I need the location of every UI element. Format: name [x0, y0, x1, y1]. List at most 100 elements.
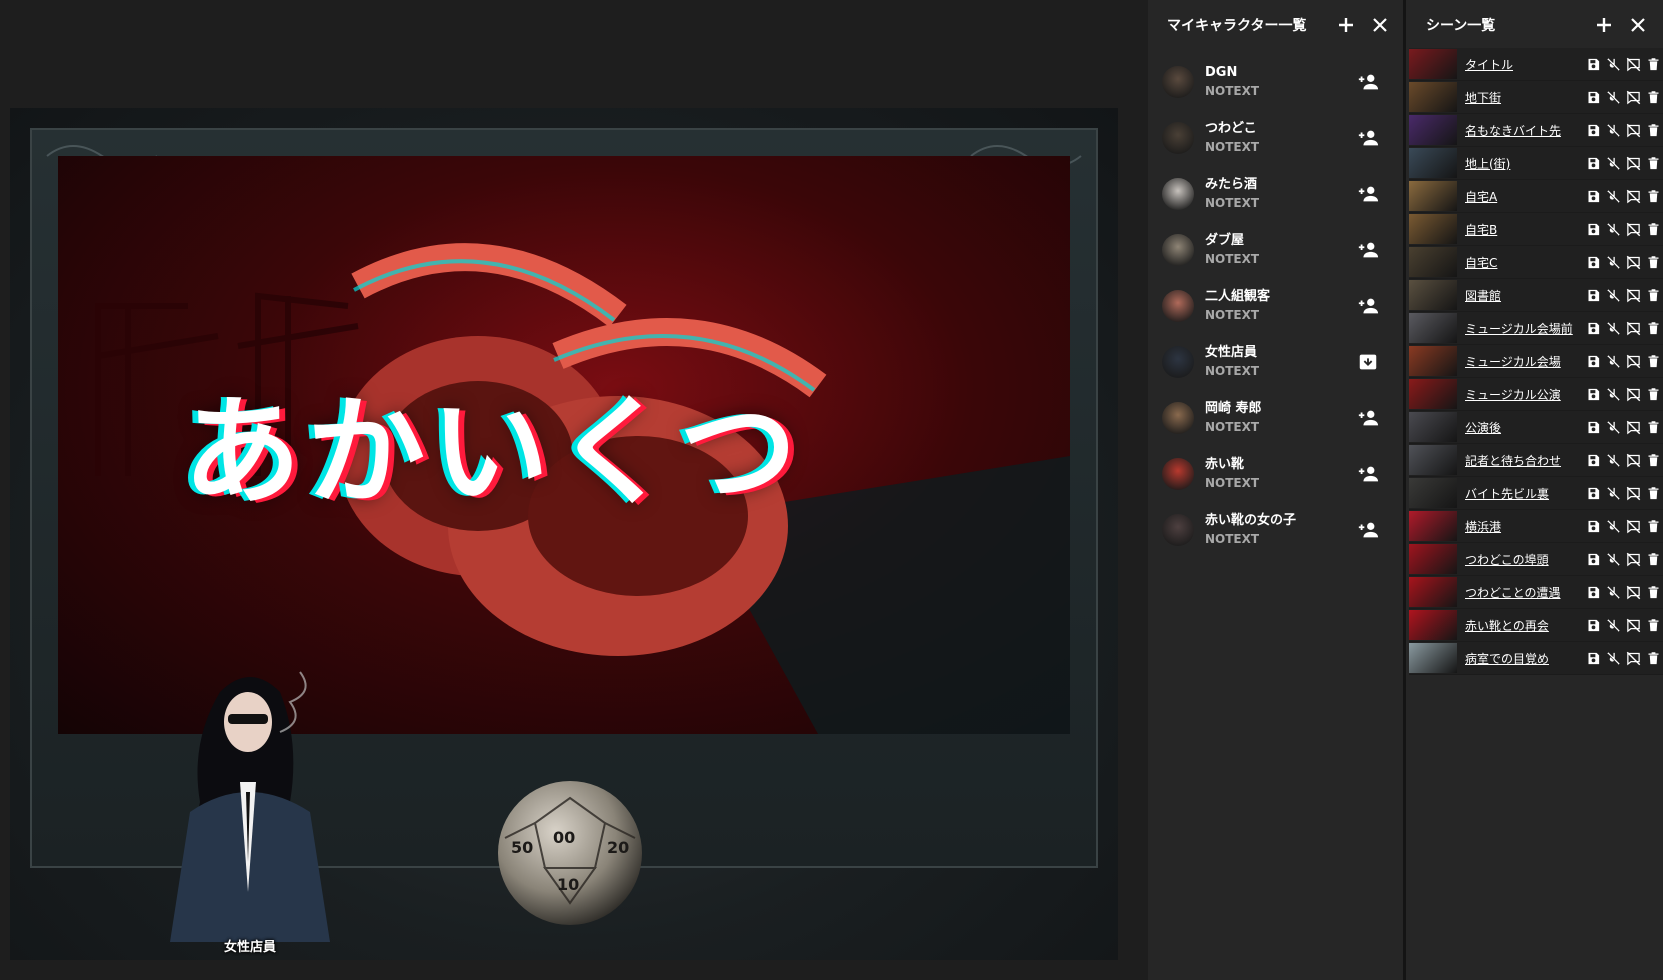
save-scene-button[interactable]: [1583, 549, 1603, 569]
save-scene-button[interactable]: [1583, 285, 1603, 305]
scene-list-item[interactable]: ミュージカル会場: [1409, 345, 1663, 378]
delete-scene-button[interactable]: [1643, 351, 1663, 371]
scene-name-link[interactable]: 病室での目覚め: [1465, 650, 1583, 667]
scene-list-item[interactable]: つわどことの遭遇: [1409, 576, 1663, 609]
scene-name-link[interactable]: 公演後: [1465, 419, 1583, 436]
text-off-button[interactable]: [1623, 285, 1643, 305]
bgm-off-button[interactable]: [1603, 516, 1623, 536]
avatar[interactable]: [1162, 178, 1194, 210]
delete-scene-button[interactable]: [1643, 483, 1663, 503]
scene-list-item[interactable]: ミュージカル会場前: [1409, 312, 1663, 345]
text-off-button[interactable]: [1623, 450, 1643, 470]
add-to-board-button[interactable]: [1353, 179, 1383, 209]
save-scene-button[interactable]: [1583, 384, 1603, 404]
scene-thumbnail[interactable]: [1409, 643, 1457, 673]
delete-scene-button[interactable]: [1643, 87, 1663, 107]
add-to-board-button[interactable]: [1353, 459, 1383, 489]
character-list-item[interactable]: 赤い靴の女の子 NOTEXT: [1148, 502, 1403, 558]
bgm-off-button[interactable]: [1603, 120, 1623, 140]
archive-character-button[interactable]: [1353, 347, 1383, 377]
save-scene-button[interactable]: [1583, 483, 1603, 503]
bgm-off-button[interactable]: [1603, 582, 1623, 602]
delete-scene-button[interactable]: [1643, 318, 1663, 338]
delete-scene-button[interactable]: [1643, 252, 1663, 272]
save-scene-button[interactable]: [1583, 582, 1603, 602]
delete-scene-button[interactable]: [1643, 549, 1663, 569]
character-piece-female-clerk[interactable]: [130, 662, 370, 942]
bgm-off-button[interactable]: [1603, 219, 1623, 239]
title-image[interactable]: あかいくつ: [58, 156, 1070, 734]
scene-list-item[interactable]: 図書館: [1409, 279, 1663, 312]
bgm-off-button[interactable]: [1603, 417, 1623, 437]
scene-thumbnail[interactable]: [1409, 214, 1457, 244]
scene-thumbnail[interactable]: [1409, 82, 1457, 112]
save-scene-button[interactable]: [1583, 417, 1603, 437]
bgm-off-button[interactable]: [1603, 87, 1623, 107]
text-off-button[interactable]: [1623, 648, 1643, 668]
save-scene-button[interactable]: [1583, 219, 1603, 239]
add-to-board-button[interactable]: [1353, 515, 1383, 545]
bgm-off-button[interactable]: [1603, 483, 1623, 503]
close-scene-panel-button[interactable]: [1621, 8, 1655, 42]
scene-thumbnail[interactable]: [1409, 511, 1457, 541]
d100-dice[interactable]: 00 10 50 20: [495, 778, 645, 928]
scene-thumbnail[interactable]: [1409, 181, 1457, 211]
text-off-button[interactable]: [1623, 384, 1643, 404]
bgm-off-button[interactable]: [1603, 252, 1623, 272]
bgm-off-button[interactable]: [1603, 615, 1623, 635]
scene-list-item[interactable]: ミュージカル公演: [1409, 378, 1663, 411]
text-off-button[interactable]: [1623, 351, 1643, 371]
bgm-off-button[interactable]: [1603, 549, 1623, 569]
character-list-item[interactable]: ダブ屋 NOTEXT: [1148, 222, 1403, 278]
scene-name-link[interactable]: 赤い靴との再会: [1465, 617, 1583, 634]
text-off-button[interactable]: [1623, 186, 1643, 206]
scene-thumbnail[interactable]: [1409, 115, 1457, 145]
save-scene-button[interactable]: [1583, 516, 1603, 536]
scene-name-link[interactable]: ミュージカル公演: [1465, 386, 1583, 403]
scene-name-link[interactable]: 名もなきバイト先: [1465, 122, 1583, 139]
scene-name-link[interactable]: 図書館: [1465, 287, 1583, 304]
bgm-off-button[interactable]: [1603, 384, 1623, 404]
character-list-item[interactable]: つわどこ NOTEXT: [1148, 110, 1403, 166]
scene-name-link[interactable]: つわどこの埠頭: [1465, 551, 1583, 568]
scene-name-link[interactable]: ミュージカル会場前: [1465, 320, 1583, 337]
scene-name-link[interactable]: 記者と待ち合わせ: [1465, 452, 1583, 469]
delete-scene-button[interactable]: [1643, 54, 1663, 74]
delete-scene-button[interactable]: [1643, 153, 1663, 173]
delete-scene-button[interactable]: [1643, 615, 1663, 635]
scene-name-link[interactable]: タイトル: [1465, 56, 1583, 73]
scene-list-item[interactable]: 記者と待ち合わせ: [1409, 444, 1663, 477]
delete-scene-button[interactable]: [1643, 219, 1663, 239]
avatar[interactable]: [1162, 66, 1194, 98]
character-list-item[interactable]: 二人組観客 NOTEXT: [1148, 278, 1403, 334]
scene-list-item[interactable]: バイト先ビル裏: [1409, 477, 1663, 510]
save-scene-button[interactable]: [1583, 615, 1603, 635]
scene-list-item[interactable]: つわどこの埠頭: [1409, 543, 1663, 576]
bgm-off-button[interactable]: [1603, 351, 1623, 371]
delete-scene-button[interactable]: [1643, 285, 1663, 305]
scene-thumbnail[interactable]: [1409, 610, 1457, 640]
scene-list-item[interactable]: 公演後: [1409, 411, 1663, 444]
text-off-button[interactable]: [1623, 153, 1643, 173]
bgm-off-button[interactable]: [1603, 153, 1623, 173]
text-off-button[interactable]: [1623, 87, 1643, 107]
add-to-board-button[interactable]: [1353, 403, 1383, 433]
add-character-button[interactable]: [1329, 8, 1363, 42]
scene-thumbnail[interactable]: [1409, 49, 1457, 79]
scene-thumbnail[interactable]: [1409, 544, 1457, 574]
avatar[interactable]: [1162, 234, 1194, 266]
delete-scene-button[interactable]: [1643, 417, 1663, 437]
scene-list-item[interactable]: 病室での目覚め: [1409, 642, 1663, 675]
scene-name-link[interactable]: 自宅B: [1465, 221, 1583, 238]
scene-name-link[interactable]: 地下街: [1465, 89, 1583, 106]
scene-list-item[interactable]: タイトル: [1409, 48, 1663, 81]
scene-thumbnail[interactable]: [1409, 148, 1457, 178]
avatar[interactable]: [1162, 290, 1194, 322]
character-list-item[interactable]: 岡崎 寿郎 NOTEXT: [1148, 390, 1403, 446]
scene-list-item[interactable]: 自宅A: [1409, 180, 1663, 213]
character-list-item[interactable]: DGN NOTEXT: [1148, 54, 1403, 110]
game-board[interactable]: あかいくつ 女性店員 00 10 50 20: [10, 108, 1118, 960]
bgm-off-button[interactable]: [1603, 54, 1623, 74]
close-character-panel-button[interactable]: [1363, 8, 1397, 42]
bgm-off-button[interactable]: [1603, 285, 1623, 305]
